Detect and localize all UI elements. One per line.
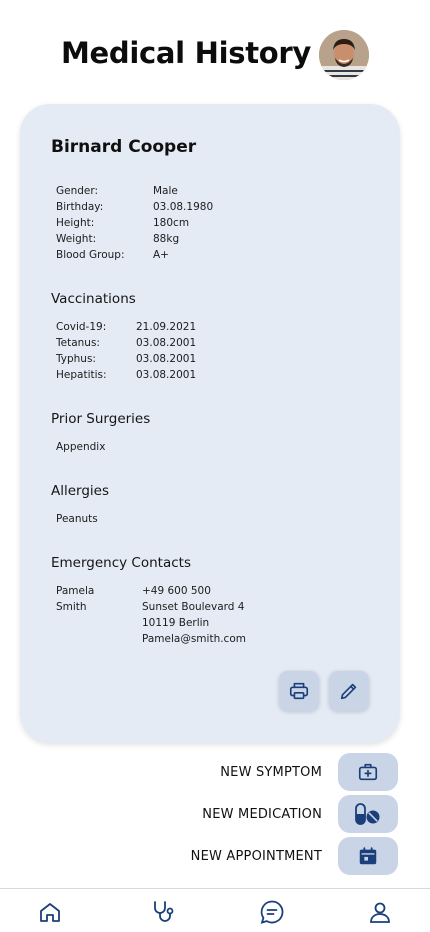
contact-first-name: Pamela — [56, 585, 95, 597]
detail-value-blood-group: A+ — [153, 249, 169, 261]
pills-icon — [355, 803, 380, 825]
nav-messages[interactable] — [258, 898, 286, 926]
avatar-image — [319, 30, 369, 80]
new-symptom-action[interactable]: NEW SYMPTOM — [98, 753, 398, 791]
pencil-icon — [340, 683, 357, 700]
medical-kit-icon — [358, 763, 378, 781]
print-button[interactable] — [279, 671, 319, 711]
new-appointment-button[interactable] — [338, 837, 398, 875]
section-title-vaccinations: Vaccinations — [51, 291, 136, 307]
chat-icon — [260, 900, 284, 924]
detail-value-height: 180cm — [153, 217, 190, 229]
detail-value-birthday: 03.08.1980 — [153, 201, 214, 213]
new-medication-label: NEW MEDICATION — [202, 806, 322, 822]
new-appointment-label: NEW APPOINTMENT — [190, 848, 322, 864]
bottom-nav — [0, 888, 430, 932]
vaccination-label: Tetanus: — [56, 337, 100, 349]
vaccination-date: 03.08.2001 — [136, 337, 197, 349]
section-title-emergency-contacts: Emergency Contacts — [51, 555, 191, 571]
stethoscope-icon — [154, 901, 174, 922]
new-medication-button[interactable] — [338, 795, 398, 833]
detail-label-height: Height: — [56, 217, 95, 229]
vaccination-label: Hepatitis: — [56, 369, 107, 381]
surgery-item: Appendix — [56, 441, 106, 453]
nav-profile[interactable] — [366, 898, 394, 926]
contact-phone[interactable]: +49 600 500 — [142, 583, 211, 599]
calendar-icon — [359, 847, 377, 865]
detail-label-weight: Weight: — [56, 233, 97, 245]
edit-button[interactable] — [329, 671, 369, 711]
nav-medical[interactable] — [150, 898, 178, 926]
detail-value-gender: Male — [153, 185, 178, 197]
section-title-surgeries: Prior Surgeries — [51, 411, 151, 427]
allergy-item: Peanuts — [56, 513, 98, 525]
home-icon — [40, 903, 60, 922]
contact-city: 10119 Berlin — [142, 617, 210, 629]
medical-record-card: Birnard Cooper Gender: Male Birthday: 03… — [20, 104, 400, 743]
header: Medical History — [0, 0, 430, 100]
section-title-allergies: Allergies — [51, 483, 110, 499]
contact-street: Sunset Boulevard 4 — [142, 601, 245, 613]
patient-name: Birnard Cooper — [51, 137, 197, 157]
vaccination-label: Typhus: — [56, 353, 96, 365]
new-appointment-action[interactable]: NEW APPOINTMENT — [98, 837, 398, 875]
avatar[interactable] — [319, 30, 369, 80]
new-medication-action[interactable]: NEW MEDICATION — [98, 795, 398, 833]
nav-home[interactable] — [36, 898, 64, 926]
detail-label-gender: Gender: — [56, 185, 99, 197]
new-symptom-button[interactable] — [338, 753, 398, 791]
vaccination-date: 03.08.2001 — [136, 353, 197, 365]
detail-label-birthday: Birthday: — [56, 201, 104, 213]
new-symptom-label: NEW SYMPTOM — [220, 764, 322, 780]
contact-email[interactable]: Pamela@smith.com — [142, 631, 246, 647]
vaccination-date: 03.08.2001 — [136, 369, 197, 381]
vaccination-date: 21.09.2021 — [136, 321, 197, 333]
user-icon — [370, 902, 390, 923]
printer-icon — [289, 682, 309, 700]
contact-last-name: Smith — [56, 601, 87, 613]
vaccination-label: Covid-19: — [56, 321, 107, 333]
page-title: Medical History — [61, 36, 311, 70]
detail-value-weight: 88kg — [153, 233, 180, 245]
detail-label-blood-group: Blood Group: — [56, 249, 125, 261]
